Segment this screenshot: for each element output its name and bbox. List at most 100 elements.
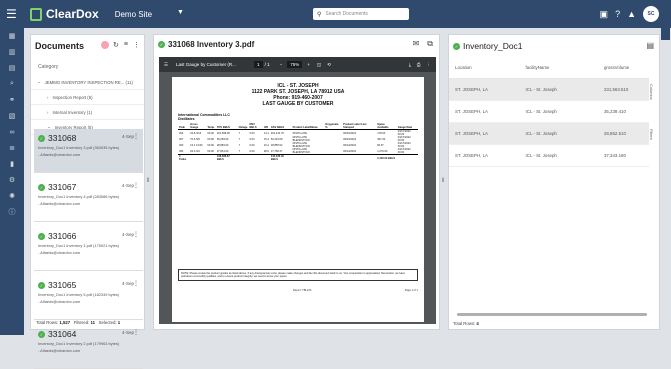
- logo-icon: [30, 7, 42, 21]
- report-column-header: Temp.: [206, 123, 216, 130]
- pdf-menu-icon[interactable]: ☰: [164, 62, 168, 68]
- report-total-cell: [262, 154, 270, 161]
- chevron-right-icon[interactable]: ›: [47, 110, 48, 115]
- document-icon[interactable]: ▤: [0, 60, 24, 76]
- chevron-down-icon[interactable]: ⌄: [37, 79, 41, 85]
- document-card[interactable]: ✓ 331065 4-Sep ⋮ Inventory_Doc1 Inventory…: [34, 276, 143, 320]
- avatar[interactable]: SC: [643, 6, 659, 22]
- zoom-out-icon[interactable]: −: [280, 62, 283, 67]
- report-company: International Commodities LLC Distillate…: [178, 113, 418, 121]
- table-row[interactable]: ST. JOSEPH, LA ICL - St. Joseph 231,563.51…: [449, 79, 649, 101]
- table-cell: 35,239.410: [603, 109, 626, 114]
- workflow-icon[interactable]: ∞: [0, 124, 24, 140]
- open-external-icon[interactable]: ⧉: [427, 39, 433, 49]
- search-icon[interactable]: ⌕: [0, 76, 24, 92]
- document-owner: - Alfaeds@cleardox.com: [38, 201, 81, 206]
- email-icon[interactable]: ✉: [413, 39, 420, 49]
- more-options-icon[interactable]: ⋮: [133, 231, 139, 238]
- category-tree: ⌄ JEMMO INVENTORY INSPECTION RE... (11) › I…: [31, 75, 144, 135]
- topbar-actions: ▣ ? ▲ SC: [600, 6, 659, 22]
- table-cell: ST. JOSEPH, LA: [455, 87, 488, 92]
- link-icon[interactable]: ⚭: [0, 92, 24, 108]
- grid-icon[interactable]: ▥: [0, 44, 24, 60]
- report-footer: Report: TBL233 Page 1 of 1: [178, 289, 418, 292]
- report-total-cell: 345,036.02 BBLS: [269, 154, 292, 161]
- document-card[interactable]: ✓ 331064 4-Sep ⋮ Inventory_Doc1 Inventory…: [34, 325, 143, 369]
- table-row[interactable]: ST. JOSEPH, LA ICL - St. Joseph 28,862.510: [449, 123, 649, 145]
- print-icon[interactable]: ⎙: [417, 62, 421, 67]
- document-card[interactable]: ✓ 331066 4-Sep ⋮ Inventory_Doc1 Inventory…: [34, 227, 143, 271]
- site-name[interactable]: Demo Site: [115, 10, 152, 19]
- report-total-cell: [342, 154, 377, 161]
- table-row[interactable]: ST. JOSEPH, LA ICL - St. Joseph 37,343.180: [449, 145, 649, 167]
- column-header[interactable]: grossVolume: [604, 65, 649, 70]
- data-table-title-text: Inventory_Doc1: [463, 41, 523, 51]
- documents-footer: Total Rows: 1,527 Filtered: 11 Selected:…: [36, 320, 120, 325]
- dashboard-icon[interactable]: ▦: [0, 28, 24, 44]
- columns-tab[interactable]: Columns: [649, 75, 654, 109]
- export-icon[interactable]: ▤: [646, 41, 654, 50]
- resize-handle[interactable]: ‖: [442, 178, 445, 190]
- chevron-down-icon[interactable]: ▼: [177, 9, 184, 16]
- app-logo[interactable]: ClearDox: [30, 7, 99, 21]
- data-grid: Location facilityName grossVolume ST. JO…: [449, 57, 649, 167]
- filter-icon[interactable]: ≡: [124, 41, 128, 49]
- tree-node[interactable]: › Internal Inventory (1): [31, 105, 144, 120]
- column-header[interactable]: facilityName: [526, 65, 604, 70]
- info-icon[interactable]: ⓘ: [0, 204, 24, 220]
- chevron-right-icon[interactable]: ›: [47, 95, 48, 100]
- grid-header-row: Location facilityName grossVolume: [449, 57, 649, 79]
- total-rows-value: 4: [476, 321, 479, 326]
- pdf-canvas[interactable]: ICL - ST. JOSEPH 1122 PARK ST. JOSEPH, L…: [159, 72, 436, 324]
- settings-icon[interactable]: ⚙: [0, 172, 24, 188]
- report-icon[interactable]: ▧: [0, 108, 24, 124]
- zoom-in-icon[interactable]: +: [307, 62, 310, 67]
- more-options-icon[interactable]: ⋮: [133, 133, 139, 140]
- resize-handle[interactable]: ‖: [147, 178, 150, 190]
- notification-icon[interactable]: ▲: [627, 9, 636, 19]
- menu-icon[interactable]: ☰: [6, 7, 22, 21]
- list-icon[interactable]: ≣: [0, 140, 24, 156]
- report-total-cell: [206, 154, 216, 161]
- pdf-page-input[interactable]: 1: [254, 61, 263, 68]
- more-options-icon[interactable]: ⋮: [133, 182, 139, 189]
- table-cell: 37,343.180: [603, 153, 626, 158]
- total-rows-label: Total Rows:: [453, 321, 476, 326]
- search-input[interactable]: ⚲ Search Documents: [313, 8, 409, 20]
- more-options-icon[interactable]: ⋮: [133, 280, 139, 287]
- document-number: 331067: [48, 182, 77, 192]
- document-owner: - Alfaeds@cleardox.com: [38, 152, 81, 157]
- scrollbar-thumb[interactable]: [457, 313, 647, 316]
- report-total-cell: 2,400.00 BBLS: [376, 154, 397, 161]
- book-icon[interactable]: ▮: [0, 156, 24, 172]
- help-icon[interactable]: ?: [615, 9, 620, 19]
- viewer-title: ✓ 331068 Inventory 3.pdf: [158, 40, 254, 49]
- column-header[interactable]: Location: [455, 65, 526, 70]
- calendar-icon[interactable]: ▣: [600, 9, 609, 20]
- tree-node[interactable]: ⌄ JEMMO INVENTORY INSPECTION RE... (11): [31, 75, 144, 90]
- table-row[interactable]: ST. JOSEPH, LA ICL - St. Joseph 35,239.410: [449, 101, 649, 123]
- document-file-info: Inventory_Doc1 Inventory 4.pdf (283586 b…: [38, 194, 120, 199]
- gear-icon[interactable]: ✺: [0, 188, 24, 204]
- pdf-more-icon[interactable]: ⋮: [427, 62, 432, 68]
- page-number: Page 1 of 1: [404, 289, 418, 292]
- search-placeholder: Search Documents: [325, 11, 368, 17]
- refresh-icon[interactable]: ↻: [113, 41, 119, 49]
- viewer-title-text: 331068 Inventory 3.pdf: [168, 40, 255, 49]
- report-total-cell: [248, 154, 263, 161]
- fit-page-icon[interactable]: ◫: [317, 62, 321, 68]
- tree-node-label: Inspection Report (5): [52, 94, 93, 100]
- rotate-icon[interactable]: ⟲: [327, 62, 331, 68]
- zoom-level[interactable]: 75%: [287, 61, 303, 68]
- more-options-icon[interactable]: ⋮: [133, 41, 140, 49]
- tree-node[interactable]: › Inspection Report (5): [31, 90, 144, 105]
- collapse-handle[interactable]: [661, 28, 670, 40]
- filters-tab[interactable]: Filters: [649, 117, 654, 151]
- document-card[interactable]: ✓ 331067 4-Sep ⋮ Inventory_Doc1 Inventory…: [34, 178, 143, 222]
- document-card[interactable]: ✓ 331068 4-Sep ⋮ Inventory_Doc1 Inventory…: [34, 129, 143, 173]
- download-icon[interactable]: ⤓: [409, 62, 411, 67]
- table-cell: ST. JOSEPH, LA: [455, 131, 488, 136]
- pdf-doc-name: Last Gauge by Customer (R...: [176, 62, 236, 67]
- document-file-info: Inventory_Doc1 Inventory 3.pdf (363935 b…: [38, 145, 120, 150]
- horizontal-scrollbar[interactable]: [457, 313, 647, 316]
